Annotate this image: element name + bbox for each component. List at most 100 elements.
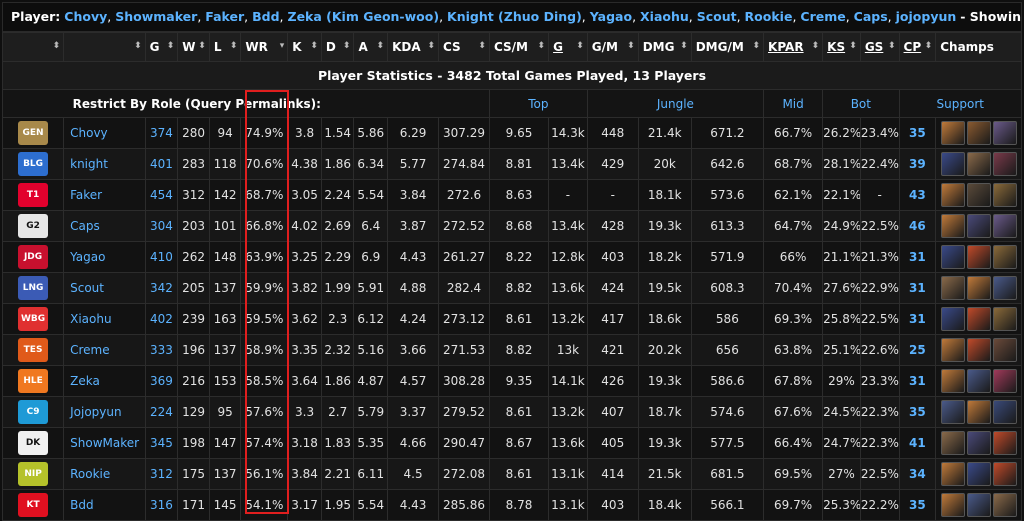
team-logo[interactable]: T1: [18, 183, 49, 207]
player-filter-link[interactable]: Chovy: [64, 9, 107, 24]
player-name-link[interactable]: Scout: [70, 281, 104, 295]
champion-portrait-icon[interactable]: [940, 214, 965, 238]
column-header-cp[interactable]: CP ⬍: [898, 32, 937, 62]
champion-portrait-icon[interactable]: [966, 307, 991, 331]
player-name-link[interactable]: Bdd: [70, 498, 93, 512]
team-logo[interactable]: BLG: [18, 152, 49, 176]
player-name-link[interactable]: Chovy: [70, 126, 108, 140]
games-link[interactable]: 304: [150, 219, 173, 233]
champion-pool-link[interactable]: 46: [909, 219, 926, 233]
champion-portrait-icon[interactable]: [992, 400, 1017, 424]
games-link[interactable]: 374: [150, 126, 173, 140]
column-header-g[interactable]: G ⬍: [144, 32, 179, 62]
champion-portrait-icon[interactable]: [966, 431, 991, 455]
column-header-ks[interactable]: KS ⬍: [822, 32, 861, 62]
role-top-button[interactable]: Top: [488, 89, 588, 118]
champion-pool-link[interactable]: 31: [909, 312, 926, 326]
games-link[interactable]: 342: [150, 281, 173, 295]
champion-pool-link[interactable]: 41: [909, 436, 926, 450]
champion-portrait-icon[interactable]: [966, 183, 991, 207]
team-logo[interactable]: WBG: [18, 307, 49, 331]
team-logo[interactable]: JDG: [18, 245, 49, 269]
games-link[interactable]: 402: [150, 312, 173, 326]
player-name-link[interactable]: Zeka: [70, 374, 100, 388]
champion-portrait-icon[interactable]: [992, 307, 1017, 331]
team-logo[interactable]: NIP: [18, 462, 49, 486]
column-header-g[interactable]: G ⬍: [548, 32, 588, 62]
player-name-link[interactable]: Jojopyun: [70, 405, 122, 419]
champion-portrait-icon[interactable]: [940, 493, 965, 517]
champion-pool-link[interactable]: 43: [909, 188, 926, 202]
player-name-link[interactable]: knight: [70, 157, 108, 171]
column-header-dmg-m[interactable]: DMG/M ⬍: [690, 32, 765, 62]
player-filter-link[interactable]: Yagao: [590, 9, 632, 24]
player-filter-link[interactable]: Rookie: [745, 9, 793, 24]
player-name-link[interactable]: ShowMaker: [70, 436, 139, 450]
column-header-gs[interactable]: GS ⬍: [859, 32, 900, 62]
champion-portrait-icon[interactable]: [940, 183, 965, 207]
champion-portrait-icon[interactable]: [992, 369, 1017, 393]
player-filter-link[interactable]: jojopyun: [896, 9, 957, 24]
champion-portrait-icon[interactable]: [966, 276, 991, 300]
column-header-a[interactable]: A ⬍: [353, 32, 389, 62]
player-filter-link[interactable]: Creme: [800, 9, 845, 24]
player-filter-link[interactable]: Zeka (Kim Geon-woo): [288, 9, 440, 24]
champion-portrait-icon[interactable]: [992, 245, 1017, 269]
column-header-kpar[interactable]: KPAR ⬍: [763, 32, 824, 62]
role-jungle-button[interactable]: Jungle: [586, 89, 765, 118]
champion-portrait-icon[interactable]: [940, 121, 965, 145]
games-link[interactable]: 312: [150, 467, 173, 481]
column-header-k[interactable]: K ⬍: [287, 32, 322, 62]
champion-portrait-icon[interactable]: [940, 400, 965, 424]
games-link[interactable]: 369: [150, 374, 173, 388]
team-logo[interactable]: LNG: [18, 276, 49, 300]
team-logo[interactable]: TES: [18, 338, 49, 362]
champion-pool-link[interactable]: 39: [909, 157, 926, 171]
champion-portrait-icon[interactable]: [966, 152, 991, 176]
games-link[interactable]: 454: [150, 188, 173, 202]
player-filter-link[interactable]: Showmaker: [115, 9, 197, 24]
player-filter-link[interactable]: Bdd: [252, 9, 279, 24]
team-logo[interactable]: HLE: [18, 369, 49, 393]
player-filter-link[interactable]: Faker: [205, 9, 244, 24]
games-link[interactable]: 410: [150, 250, 173, 264]
champion-portrait-icon[interactable]: [966, 245, 991, 269]
player-name-link[interactable]: Yagao: [70, 250, 105, 264]
role-bot-button[interactable]: Bot: [822, 89, 900, 118]
champion-portrait-icon[interactable]: [940, 276, 965, 300]
team-logo[interactable]: G2: [18, 214, 49, 238]
champion-portrait-icon[interactable]: [992, 152, 1017, 176]
champion-portrait-icon[interactable]: [966, 400, 991, 424]
player-name-link[interactable]: Faker: [70, 188, 102, 202]
team-logo[interactable]: C9: [18, 400, 49, 424]
champion-portrait-icon[interactable]: [992, 121, 1017, 145]
team-logo[interactable]: DK: [18, 431, 49, 455]
champion-pool-link[interactable]: 25: [909, 343, 926, 357]
champion-portrait-icon[interactable]: [992, 493, 1017, 517]
games-link[interactable]: 224: [150, 405, 173, 419]
champion-portrait-icon[interactable]: [966, 338, 991, 362]
champion-portrait-icon[interactable]: [966, 214, 991, 238]
column-header-cs-m[interactable]: CS/M ⬍: [488, 32, 550, 62]
champion-portrait-icon[interactable]: [940, 245, 965, 269]
champion-portrait-icon[interactable]: [992, 462, 1017, 486]
column-header-wr[interactable]: WR ▾: [240, 32, 289, 62]
champion-portrait-icon[interactable]: [940, 369, 965, 393]
champion-portrait-icon[interactable]: [966, 462, 991, 486]
games-link[interactable]: 345: [150, 436, 173, 450]
column-header-dmg[interactable]: DMG ⬍: [637, 32, 692, 62]
champion-portrait-icon[interactable]: [992, 431, 1017, 455]
champion-portrait-icon[interactable]: [940, 338, 965, 362]
column-header-player[interactable]: ⬍: [63, 32, 146, 62]
column-header-w[interactable]: W ⬍: [177, 32, 210, 62]
champion-portrait-icon[interactable]: [940, 152, 965, 176]
champion-pool-link[interactable]: 35: [909, 126, 926, 140]
player-name-link[interactable]: Xiaohu: [70, 312, 111, 326]
column-header-team[interactable]: ⬍: [1, 32, 65, 62]
column-header-kda[interactable]: KDA ⬍: [387, 32, 440, 62]
champion-pool-link[interactable]: 31: [909, 374, 926, 388]
champion-portrait-icon[interactable]: [992, 338, 1017, 362]
champion-portrait-icon[interactable]: [940, 307, 965, 331]
champion-pool-link[interactable]: 35: [909, 498, 926, 512]
column-header-l[interactable]: L ⬍: [208, 32, 242, 62]
